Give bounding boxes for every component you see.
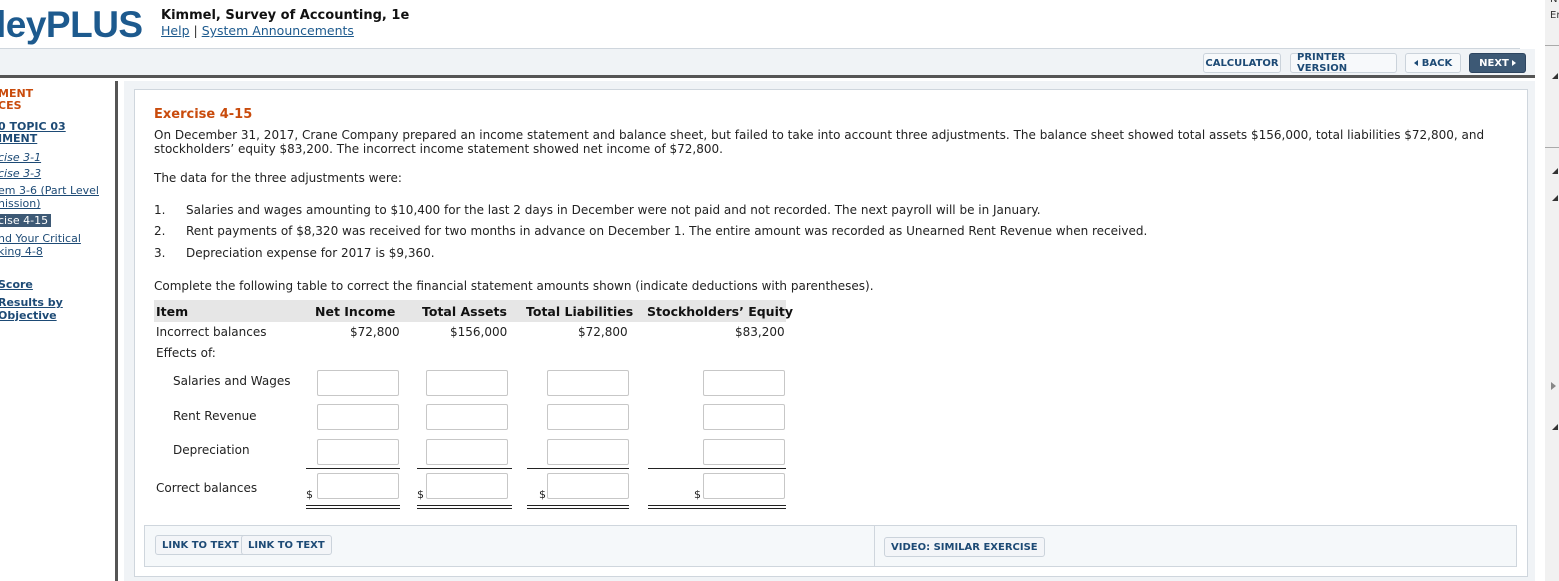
sidebar-item-critical-thinking-4-8[interactable]: nd Your Critical bbox=[0, 232, 81, 245]
salaries-total-assets-input[interactable] bbox=[426, 370, 508, 396]
expand-icon[interactable] bbox=[1552, 424, 1558, 430]
edge-label: N bbox=[1550, 0, 1557, 5]
next-button[interactable]: NEXT bbox=[1469, 53, 1526, 73]
incorrect-total-liabilities: $72,800 bbox=[578, 325, 628, 339]
subtotal-line bbox=[648, 468, 786, 469]
correct-total-liabilities-input[interactable] bbox=[547, 473, 629, 499]
subtotal-line bbox=[306, 468, 400, 469]
incorrect-stockholders-equity: $83,200 bbox=[735, 325, 785, 339]
question-panel: Exercise 4-15 On December 31, 2017, Cran… bbox=[134, 89, 1528, 577]
divider bbox=[1545, 147, 1559, 148]
currency-symbol: $ bbox=[694, 488, 701, 501]
sidebar-assignment-link[interactable]: IMENT bbox=[0, 132, 37, 145]
sidebar-item-exercise-3-1[interactable]: cise 3-1 bbox=[0, 151, 41, 164]
depreciation-net-income-input[interactable] bbox=[317, 439, 399, 465]
row-label-salaries-and-wages: Salaries and Wages bbox=[173, 374, 291, 388]
data-intro-text: The data for the three adjustments were: bbox=[154, 171, 402, 185]
effects-of-label: Effects of: bbox=[156, 346, 216, 360]
total-double-line bbox=[527, 505, 629, 509]
total-double-line bbox=[417, 505, 512, 509]
rent-net-income-input[interactable] bbox=[317, 404, 399, 430]
row-label-correct-balances: Correct balances bbox=[156, 481, 258, 495]
header-stockholders-equity: Stockholders’ Equity bbox=[647, 304, 793, 319]
system-announcements-link[interactable]: System Announcements bbox=[202, 23, 354, 38]
logo: leyPLUS bbox=[0, 4, 143, 45]
course-title: Kimmel, Survey of Accounting, 1e bbox=[161, 8, 410, 23]
total-double-line bbox=[648, 505, 786, 509]
correct-total-assets-input[interactable] bbox=[426, 473, 508, 499]
depreciation-stockholders-equity-input[interactable] bbox=[703, 439, 785, 465]
intro-text: stockholders’ equity $83,200. The incorr… bbox=[154, 142, 723, 156]
header: leyPLUS Kimmel, Survey of Accounting, 1e… bbox=[0, 0, 1520, 49]
sidebar-heading: CES bbox=[0, 99, 22, 112]
total-double-line bbox=[306, 505, 400, 509]
content-area: Exercise 4-15 On December 31, 2017, Cran… bbox=[124, 81, 1535, 581]
salaries-net-income-input[interactable] bbox=[317, 370, 399, 396]
subtotal-line bbox=[527, 468, 629, 469]
link-to-text-button[interactable]: LINK TO TEXT bbox=[155, 535, 246, 555]
header-total-assets: Total Assets bbox=[422, 304, 507, 319]
rent-stockholders-equity-input[interactable] bbox=[703, 404, 785, 430]
sidebar-item-critical-thinking-4-8[interactable]: king 4-8 bbox=[0, 245, 43, 258]
rent-total-liabilities-input[interactable] bbox=[547, 404, 629, 430]
currency-symbol: $ bbox=[417, 488, 424, 501]
row-label-depreciation: Depreciation bbox=[173, 443, 250, 457]
rent-total-assets-input[interactable] bbox=[426, 404, 508, 430]
sidebar-item-problem-3-6[interactable]: em 3-6 (Part Level bbox=[0, 184, 99, 197]
row-label-incorrect-balances: Incorrect balances bbox=[156, 325, 267, 339]
header-total-liabilities: Total Liabilities bbox=[526, 304, 634, 319]
correct-net-income-input[interactable] bbox=[317, 473, 399, 499]
header-net-income: Net Income bbox=[315, 304, 396, 319]
intro-text: On December 31, 2017, Crane Company prep… bbox=[154, 128, 1485, 142]
instructions-text: Complete the following table to correct … bbox=[154, 279, 874, 293]
sidebar-results-link[interactable]: Objective bbox=[0, 309, 57, 322]
back-arrow-icon bbox=[1413, 60, 1418, 66]
sidebar-item-exercise-3-3[interactable]: cise 3-3 bbox=[0, 167, 41, 180]
toolbar: CALCULATOR PRINTER VERSION BACK NEXT bbox=[0, 49, 1535, 78]
correct-stockholders-equity-input[interactable] bbox=[703, 473, 785, 499]
salaries-total-liabilities-input[interactable] bbox=[547, 370, 629, 396]
play-icon[interactable] bbox=[1551, 382, 1556, 390]
incorrect-total-assets: $156,000 bbox=[450, 325, 508, 339]
resources-panel: LINK TO TEXT LINK TO TEXT bbox=[144, 525, 874, 567]
assignment-sidebar: MENT CES 0 TOPIC 03 IMENT cise 3-1 cise … bbox=[0, 81, 118, 581]
depreciation-total-liabilities-input[interactable] bbox=[547, 439, 629, 465]
video-similar-exercise-button[interactable]: VIDEO: SIMILAR EXERCISE bbox=[884, 537, 1045, 557]
currency-symbol: $ bbox=[306, 488, 313, 501]
back-button[interactable]: BACK bbox=[1405, 53, 1461, 73]
link-separator: | bbox=[193, 23, 198, 38]
sidebar-item-exercise-4-15[interactable]: cise 4-15 bbox=[0, 214, 52, 227]
expand-icon[interactable] bbox=[1552, 168, 1558, 174]
expand-icon[interactable] bbox=[1552, 73, 1558, 79]
sidebar-results-link[interactable]: Results by bbox=[0, 296, 63, 309]
side-panel-edge: N Er bbox=[1545, 0, 1559, 581]
salaries-stockholders-equity-input[interactable] bbox=[703, 370, 785, 396]
link-to-text-button[interactable]: LINK TO TEXT bbox=[241, 535, 332, 555]
subtotal-line bbox=[417, 468, 512, 469]
currency-symbol: $ bbox=[539, 488, 546, 501]
next-arrow-icon bbox=[1511, 60, 1516, 66]
depreciation-total-assets-input[interactable] bbox=[426, 439, 508, 465]
edge-label: Er bbox=[1550, 10, 1559, 21]
row-label-rent-revenue: Rent Revenue bbox=[173, 409, 257, 423]
calculator-button[interactable]: CALCULATOR bbox=[1203, 53, 1281, 73]
header-links: Help | System Announcements bbox=[161, 23, 354, 38]
table-header: Item Net Income Total Assets Total Liabi… bbox=[154, 300, 793, 322]
printer-version-button[interactable]: PRINTER VERSION bbox=[1290, 52, 1397, 74]
divider bbox=[1545, 45, 1559, 46]
exercise-title: Exercise 4-15 bbox=[154, 107, 253, 122]
help-link[interactable]: Help bbox=[161, 23, 190, 38]
sidebar-score-link[interactable]: Score bbox=[0, 278, 33, 291]
header-item: Item bbox=[156, 304, 189, 319]
incorrect-net-income: $72,800 bbox=[350, 325, 400, 339]
expand-icon[interactable] bbox=[1552, 195, 1558, 201]
sidebar-item-problem-3-6[interactable]: nission) bbox=[0, 197, 41, 210]
video-panel: VIDEO: SIMILAR EXERCISE bbox=[874, 525, 1517, 567]
